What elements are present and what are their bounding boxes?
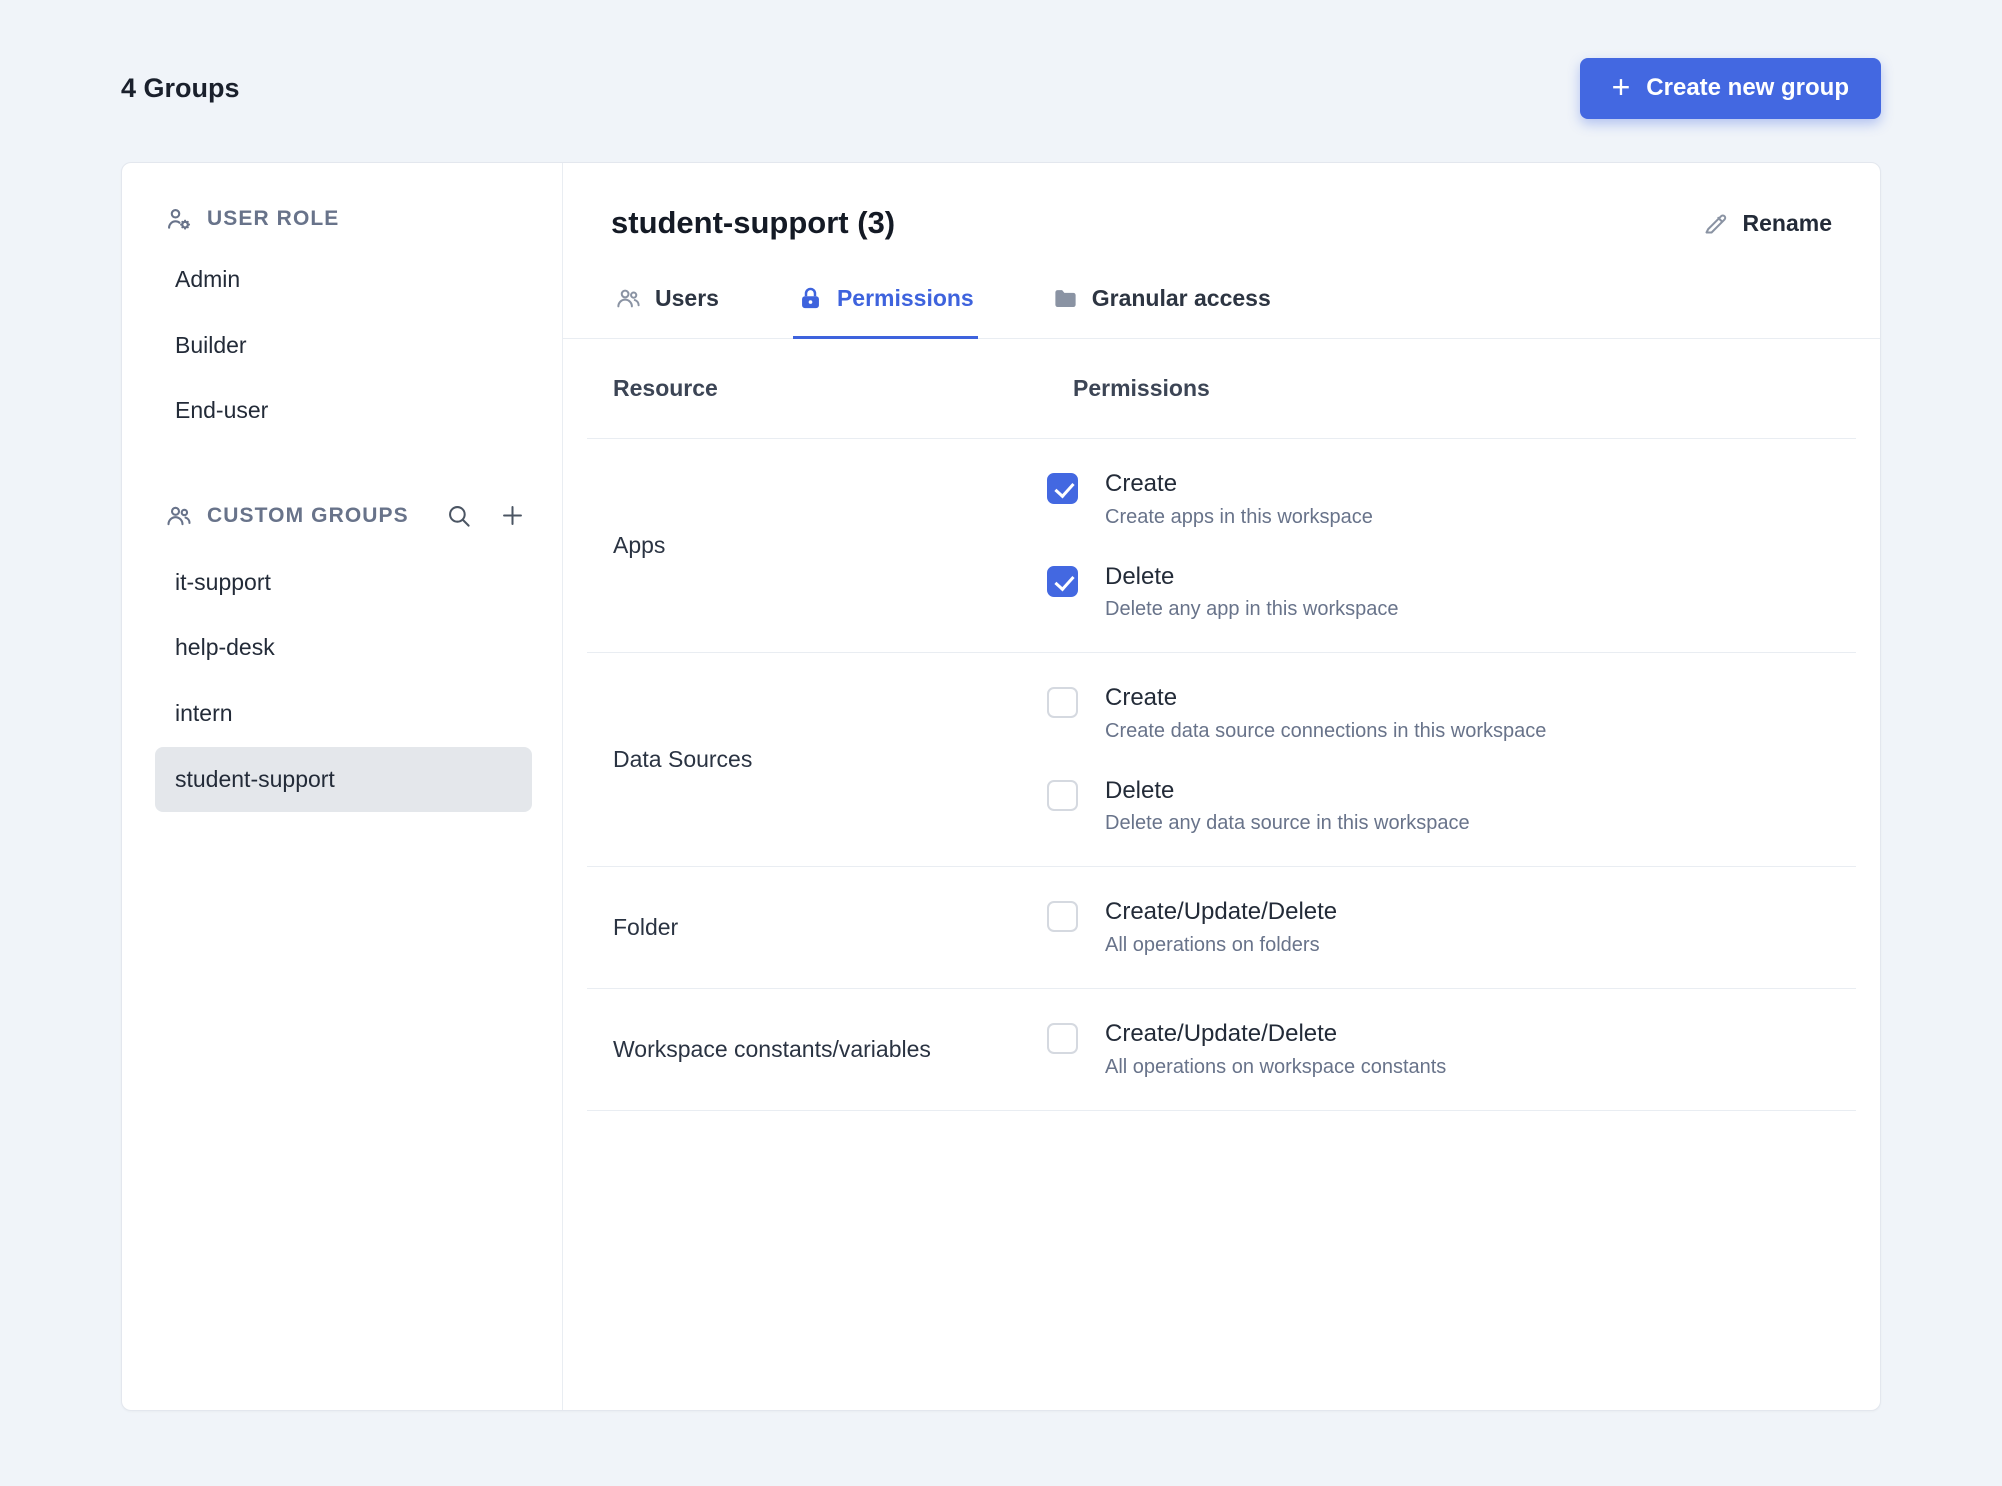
sidebar-item-intern[interactable]: intern <box>155 681 532 747</box>
users-icon <box>615 285 642 312</box>
search-icon <box>445 502 472 529</box>
apps-delete-checkbox[interactable] <box>1047 565 1078 597</box>
group-detail-panel: student-support (3) Rename Users Permiss… <box>563 163 1880 1410</box>
apps-create-checkbox[interactable] <box>1047 473 1078 504</box>
group-detail-header: student-support (3) Rename <box>563 163 1880 241</box>
tab-label: Users <box>655 285 719 311</box>
table-row-folder: Folder Create/Update/Delete All operatio… <box>587 867 1856 989</box>
sidebar-item-label: End-user <box>175 397 269 424</box>
permissions-cell: Create Create apps in this workspace Del… <box>1047 453 1856 638</box>
folder-icon <box>1052 285 1079 312</box>
resource-label: Workspace constants/variables <box>613 1035 931 1062</box>
permission-label: Create/Update/Delete <box>1105 1019 1338 1047</box>
custom-groups-list: it-support help-desk intern student-supp… <box>155 550 532 813</box>
create-new-group-button[interactable]: + Create new group <box>1579 57 1881 119</box>
top-bar: 4 Groups + Create new group <box>121 56 1881 120</box>
permission-description: Delete any app in this workspace <box>1105 598 1399 621</box>
permission-label: Delete <box>1105 562 1175 590</box>
tab-label: Granular access <box>1091 285 1271 311</box>
permission-entry: Delete Delete any app in this workspace <box>1047 563 1856 622</box>
lock-icon <box>797 285 824 312</box>
tab-granular-access[interactable]: Granular access <box>1048 285 1275 339</box>
permissions-cell: Create/Update/Delete All operations on w… <box>1047 1003 1856 1096</box>
data-sources-create-checkbox[interactable] <box>1047 687 1078 719</box>
permission-entry: Create/Update/Delete All operations on w… <box>1047 1020 1856 1079</box>
permission-description: All operations on workspace constants <box>1105 1055 1447 1078</box>
permission-entry: Create/Update/Delete All operations on f… <box>1047 898 1856 957</box>
sidebar-item-label: it-support <box>175 568 271 595</box>
table-row-data-sources: Data Sources Create Create data source c… <box>587 653 1856 868</box>
permission-label: Create <box>1105 684 1178 712</box>
title-row: student-support (3) Rename <box>611 205 1832 241</box>
sidebar-item-builder[interactable]: Builder <box>155 313 532 379</box>
column-header-permissions: Permissions <box>1073 375 1210 401</box>
sidebar-item-label: intern <box>175 699 233 726</box>
tab-users[interactable]: Users <box>611 285 723 339</box>
rename-label: Rename <box>1742 209 1832 236</box>
permission-description: Delete any data source in this workspace <box>1105 812 1470 835</box>
permission-description: Create apps in this workspace <box>1105 505 1373 528</box>
user-gear-icon <box>165 205 193 233</box>
resource-label: Data Sources <box>613 746 753 773</box>
group-tabs: Users Permissions Granular access <box>563 285 1880 339</box>
add-group-button[interactable] <box>492 496 532 536</box>
groups-count-label: 4 Groups <box>121 72 240 103</box>
folder-cud-checkbox[interactable] <box>1047 901 1078 933</box>
permissions-cell: Create Create data source connections in… <box>1047 667 1856 852</box>
create-new-group-label: Create new group <box>1646 74 1849 101</box>
table-row-apps: Apps Create Create apps in this workspac… <box>587 439 1856 654</box>
groups-page: 4 Groups + Create new group USER ROLE Ad… <box>0 0 2002 1411</box>
resource-label: Folder <box>613 914 679 941</box>
group-title: student-support (3) <box>611 205 896 240</box>
permissions-cell: Create/Update/Delete All operations on f… <box>1047 881 1856 974</box>
groups-sidebar: USER ROLE Admin Builder End-user CUSTOM … <box>122 163 563 1410</box>
user-role-header-label: USER ROLE <box>207 207 340 230</box>
data-sources-delete-checkbox[interactable] <box>1047 779 1078 811</box>
pencil-icon <box>1702 210 1729 237</box>
sidebar-section-gap <box>155 444 532 496</box>
permissions-table: Resource Permissions Apps Create Create … <box>563 339 1880 1111</box>
sidebar-item-label: Builder <box>175 331 247 358</box>
sidebar-item-it-support[interactable]: it-support <box>155 550 532 616</box>
permission-label: Create <box>1105 470 1178 497</box>
users-icon <box>165 502 193 530</box>
permissions-table-header: Resource Permissions <box>587 339 1856 439</box>
user-role-section-header: USER ROLE <box>155 205 532 233</box>
sidebar-item-label: student-support <box>175 765 335 792</box>
sidebar-item-student-support[interactable]: student-support <box>155 746 532 813</box>
tab-permissions[interactable]: Permissions <box>792 285 978 339</box>
permission-entry: Create Create data source connections in… <box>1047 684 1856 743</box>
tab-label: Permissions <box>836 285 974 311</box>
permission-label: Create/Update/Delete <box>1105 898 1338 926</box>
plus-icon: + <box>1611 68 1631 105</box>
groups-card: USER ROLE Admin Builder End-user CUSTOM … <box>121 162 1881 1411</box>
plus-icon <box>499 502 526 529</box>
sidebar-item-label: help-desk <box>175 634 275 661</box>
custom-groups-header-label: CUSTOM GROUPS <box>207 503 409 527</box>
custom-groups-section-header: CUSTOM GROUPS <box>155 496 532 536</box>
sidebar-item-help-desk[interactable]: help-desk <box>155 615 532 681</box>
permission-label: Delete <box>1105 776 1175 804</box>
permission-description: Create data source connections in this w… <box>1105 719 1547 742</box>
sidebar-item-end-user[interactable]: End-user <box>155 378 532 444</box>
rename-button[interactable]: Rename <box>1702 210 1832 237</box>
permission-description: All operations on folders <box>1105 933 1320 956</box>
search-groups-button[interactable] <box>438 496 478 536</box>
permission-entry: Delete Delete any data source in this wo… <box>1047 777 1856 836</box>
user-role-list: Admin Builder End-user <box>155 247 532 444</box>
sidebar-item-label: Admin <box>175 266 241 292</box>
column-header-resource: Resource <box>613 375 718 401</box>
permission-entry: Create Create apps in this workspace <box>1047 470 1856 529</box>
workspace-constants-cud-checkbox[interactable] <box>1047 1022 1078 1054</box>
resource-label: Apps <box>613 532 666 559</box>
sidebar-item-admin[interactable]: Admin <box>155 247 532 313</box>
table-row-workspace-constants: Workspace constants/variables Create/Upd… <box>587 989 1856 1111</box>
